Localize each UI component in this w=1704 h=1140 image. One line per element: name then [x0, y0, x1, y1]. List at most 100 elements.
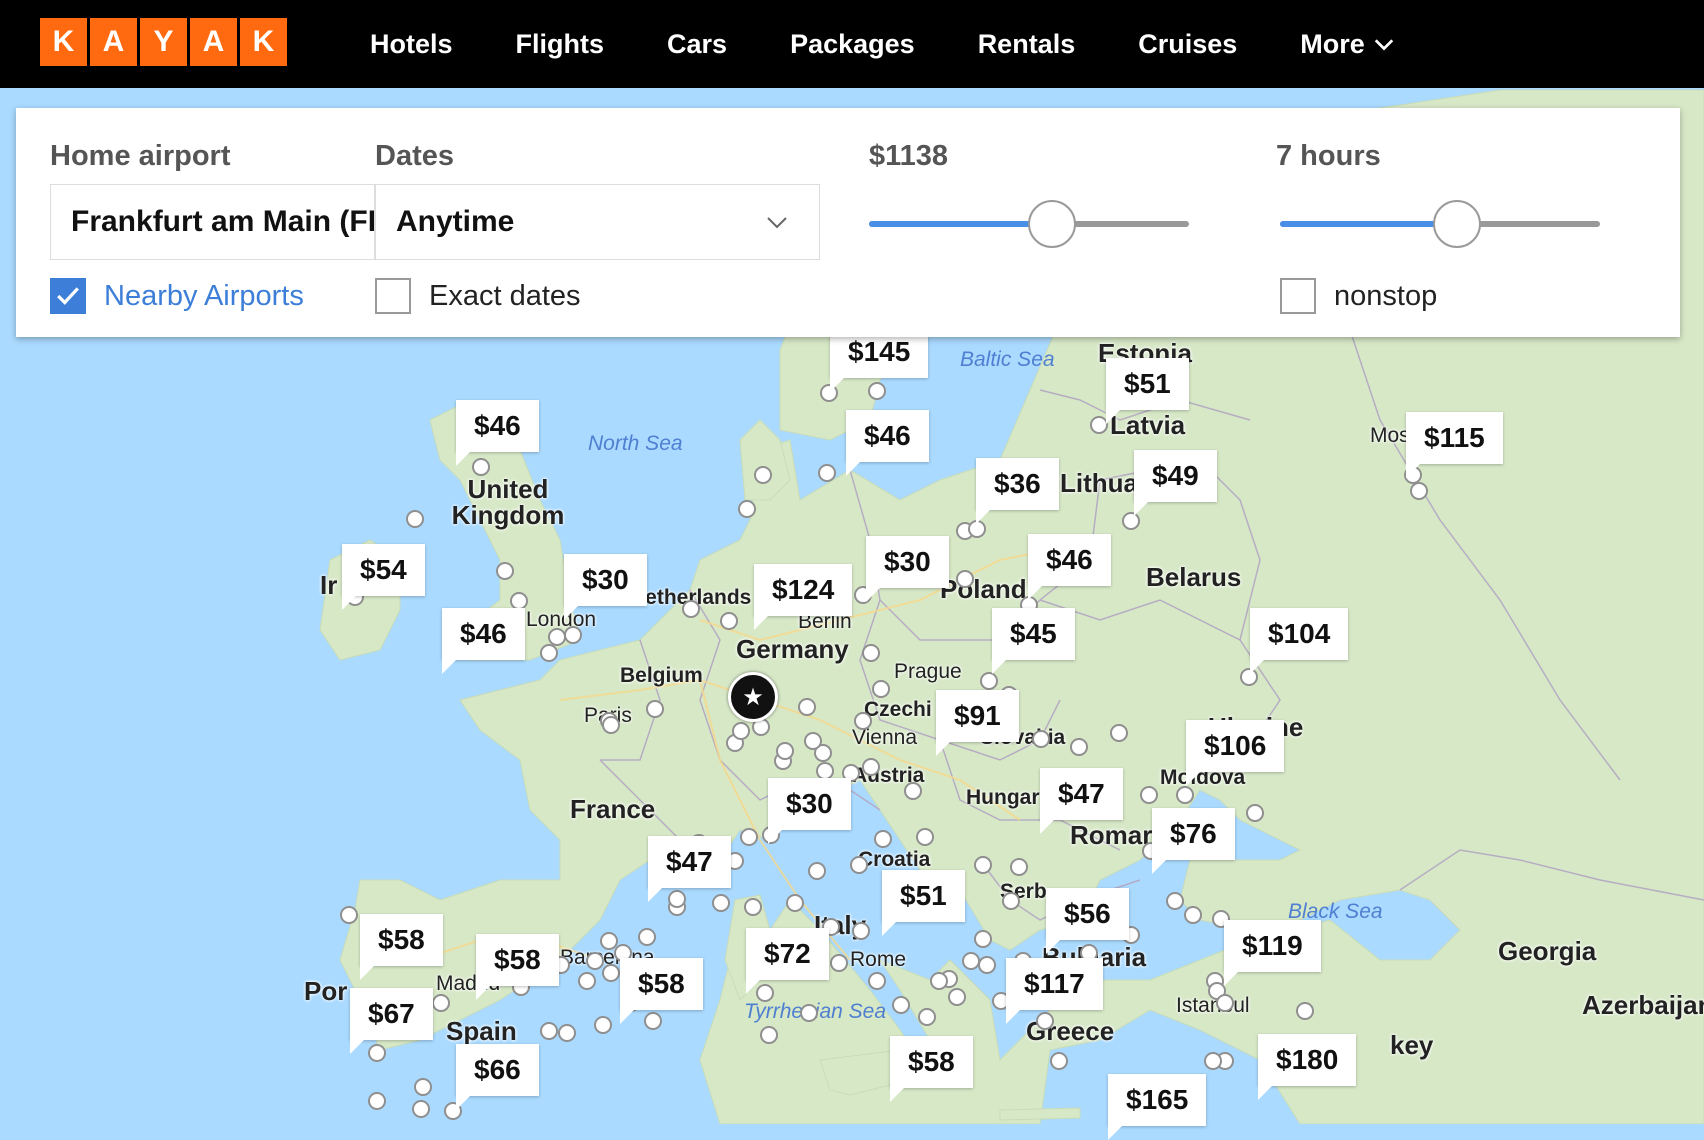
price-pin[interactable]: $76	[1152, 808, 1235, 874]
airport-dot[interactable]	[586, 952, 604, 970]
price-pin[interactable]: $58	[476, 934, 559, 1000]
home-airport-input[interactable]	[51, 185, 374, 259]
nonstop-label[interactable]: nonstop	[1334, 280, 1437, 313]
duration-slider-handle[interactable]	[1433, 200, 1481, 248]
airport-dot[interactable]	[962, 952, 980, 970]
airport-dot[interactable]	[558, 1024, 576, 1042]
airport-dot[interactable]	[804, 732, 822, 750]
airport-dot[interactable]	[862, 644, 880, 662]
price-pin[interactable]: $47	[648, 836, 731, 902]
price-pin[interactable]: $91	[936, 690, 1019, 756]
nav-cruises[interactable]: Cruises	[1138, 29, 1237, 60]
price-pin[interactable]: $66	[456, 1044, 539, 1110]
airport-dot[interactable]	[594, 1016, 612, 1034]
price-pin[interactable]: $115	[1406, 412, 1503, 478]
price-pin[interactable]: $72	[746, 928, 829, 994]
airport-dot[interactable]	[432, 994, 450, 1012]
airport-dot[interactable]	[340, 906, 358, 924]
airport-dot[interactable]	[800, 1004, 818, 1022]
airport-dot[interactable]	[496, 562, 514, 580]
price-pin[interactable]: $119	[1224, 920, 1321, 986]
home-airport-field[interactable]	[50, 184, 375, 260]
price-pin[interactable]: $49	[1134, 450, 1217, 516]
airport-dot[interactable]	[1050, 1052, 1068, 1070]
airport-dot[interactable]	[776, 742, 794, 760]
airport-dot[interactable]	[852, 922, 870, 940]
airport-dot[interactable]	[602, 716, 620, 734]
airport-dot[interactable]	[904, 782, 922, 800]
airport-dot[interactable]	[540, 1022, 558, 1040]
airport-dot[interactable]	[808, 862, 826, 880]
price-pin[interactable]: $165	[1108, 1074, 1207, 1140]
price-pin[interactable]: $54	[342, 544, 425, 610]
airport-dot[interactable]	[980, 672, 998, 690]
price-pin[interactable]: $36	[976, 458, 1059, 524]
price-pin[interactable]: $58	[360, 914, 443, 980]
price-pin[interactable]: $30	[866, 536, 949, 602]
airport-dot[interactable]	[540, 644, 558, 662]
airport-dot[interactable]	[868, 972, 886, 990]
price-pin[interactable]: $124	[754, 564, 853, 630]
airport-dot[interactable]	[412, 1100, 430, 1118]
airport-dot[interactable]	[1296, 1002, 1314, 1020]
airport-dot[interactable]	[930, 972, 948, 990]
price-pin[interactable]: $30	[564, 554, 647, 620]
price-pin[interactable]: $47	[1040, 768, 1123, 834]
airport-dot[interactable]	[1036, 1012, 1054, 1030]
price-pin[interactable]: $58	[890, 1036, 973, 1102]
exact-dates-label[interactable]: Exact dates	[429, 280, 581, 313]
price-pin[interactable]: $30	[768, 778, 851, 844]
airport-dot[interactable]	[1110, 724, 1128, 742]
airport-dot[interactable]	[712, 894, 730, 912]
airport-dot[interactable]	[646, 700, 664, 718]
airport-dot[interactable]	[744, 898, 762, 916]
home-star-icon[interactable]: ★	[728, 672, 778, 722]
airport-dot[interactable]	[406, 510, 424, 528]
price-pin[interactable]: $51	[1106, 358, 1189, 424]
price-pin[interactable]: $117	[1006, 958, 1103, 1024]
airport-dot[interactable]	[916, 828, 934, 846]
airport-dot[interactable]	[1070, 738, 1088, 756]
airport-dot[interactable]	[874, 830, 892, 848]
airport-dot[interactable]	[868, 382, 886, 400]
nonstop-checkbox[interactable]	[1280, 278, 1316, 314]
nearby-airports-checkbox[interactable]	[50, 278, 86, 314]
price-pin[interactable]: $104	[1250, 608, 1349, 674]
price-pin[interactable]: $46	[456, 400, 539, 466]
kayak-logo[interactable]: K A Y A K	[40, 18, 287, 66]
airport-dot[interactable]	[732, 722, 750, 740]
price-pin[interactable]: $46	[1028, 534, 1111, 600]
airport-dot[interactable]	[978, 956, 996, 974]
airport-dot[interactable]	[956, 570, 974, 588]
nav-cars[interactable]: Cars	[667, 29, 727, 60]
airport-dot[interactable]	[738, 500, 756, 518]
airport-dot[interactable]	[872, 680, 890, 698]
airport-dot[interactable]	[974, 930, 992, 948]
airport-dot[interactable]	[854, 712, 872, 730]
airport-dot[interactable]	[368, 1044, 386, 1062]
price-pin[interactable]: $46	[442, 608, 525, 674]
airport-dot[interactable]	[414, 1078, 432, 1096]
airport-dot[interactable]	[1204, 1052, 1222, 1070]
airport-dot[interactable]	[682, 600, 700, 618]
nav-flights[interactable]: Flights	[516, 29, 605, 60]
price-pin[interactable]: $180	[1258, 1034, 1357, 1100]
airport-dot[interactable]	[368, 1092, 386, 1110]
airport-dot[interactable]	[974, 856, 992, 874]
price-pin[interactable]: $56	[1046, 888, 1129, 954]
airport-dot[interactable]	[740, 828, 758, 846]
airport-dot[interactable]	[862, 758, 880, 776]
nav-rentals[interactable]: Rentals	[978, 29, 1076, 60]
airport-dot[interactable]	[638, 928, 656, 946]
airport-dot[interactable]	[1002, 892, 1020, 910]
airport-dot[interactable]	[1184, 906, 1202, 924]
nav-more[interactable]: More	[1300, 29, 1395, 60]
airport-dot[interactable]	[818, 464, 836, 482]
price-pin[interactable]: $45	[992, 608, 1075, 674]
airport-dot[interactable]	[1176, 786, 1194, 804]
airport-dot[interactable]	[1216, 994, 1234, 1012]
airport-dot[interactable]	[602, 964, 620, 982]
airport-dot[interactable]	[798, 698, 816, 716]
airport-dot[interactable]	[472, 458, 490, 476]
price-pin[interactable]: $67	[350, 988, 433, 1054]
